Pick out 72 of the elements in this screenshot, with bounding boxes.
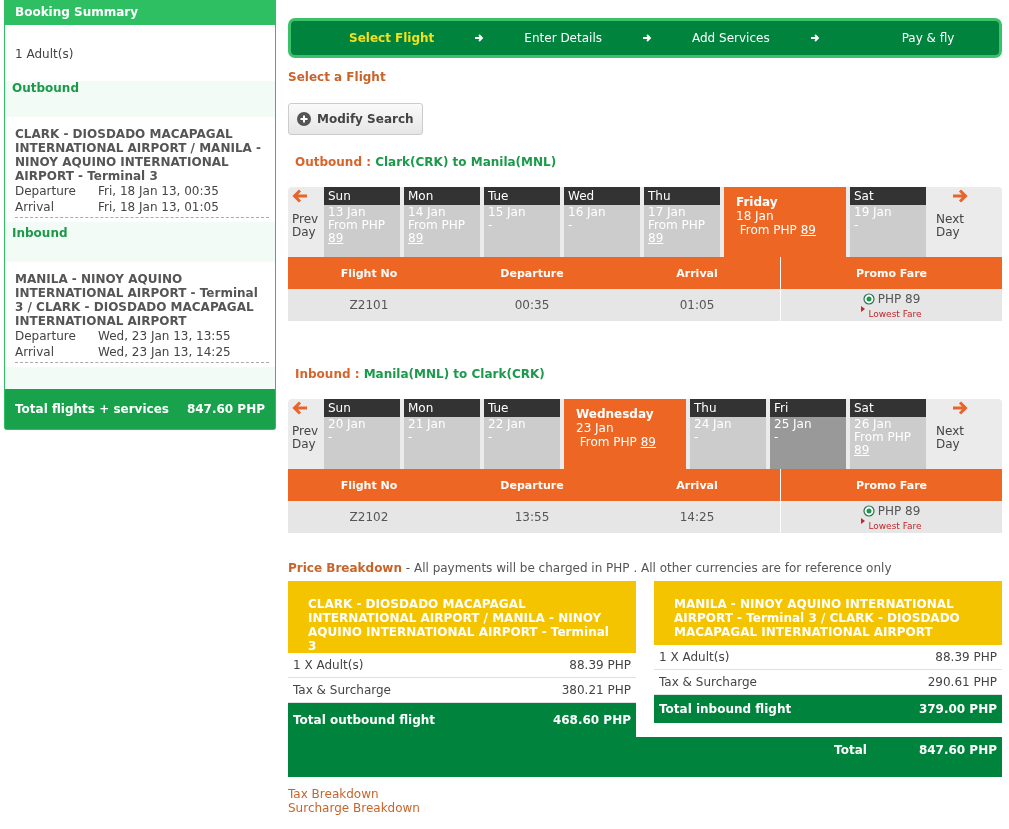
step-tab[interactable]: Pay & fly: [901, 31, 955, 45]
step-tab[interactable]: Select Flight: [349, 31, 435, 45]
fare-item-label: 1 X Adult(s): [293, 658, 364, 672]
column-header: Flight No: [339, 266, 399, 280]
panel-title: Booking Summary: [5, 0, 275, 25]
table-cell-text: 00:35: [513, 298, 551, 312]
arrival-time: Fri, 18 Jan 13, 01:05: [98, 199, 219, 215]
step-tab[interactable]: Add Services: [692, 31, 770, 45]
grand-total-label: Total: [834, 743, 867, 757]
prev-day-link[interactable]: Prev Day: [292, 213, 324, 239]
plus-icon: [297, 112, 311, 126]
departure-label: Departure: [15, 183, 77, 199]
grand-total-amount: 847.60 PHP: [918, 743, 997, 757]
breakdown-link[interactable]: Surcharge Breakdown: [288, 801, 420, 815]
date-tab[interactable]: Fri 25 Jan -: [770, 399, 846, 469]
route-text: CLARK - DIOSDADO MACAPAGAL INTERNATIONAL AIRPORT / MANILA - NINOY AQUINO INTERNATIONAL AIRPORT - Terminal 3: [15, 127, 262, 183]
column-header: Departure: [499, 478, 565, 492]
next-day-link[interactable]: Next Day: [936, 425, 968, 451]
table-cell-text: 14:25: [678, 510, 716, 524]
fare-item-label: Tax & Surcharge: [293, 683, 391, 697]
lowest-fare-note: Lowest Fare: [781, 517, 1002, 531]
fare-item-amount: 380.21 PHP: [561, 683, 631, 697]
table-cell-text: Z2102: [348, 510, 390, 524]
arrival-time: Wed, 23 Jan 13, 14:25: [98, 344, 231, 360]
table-cell-text: 01:05: [678, 298, 716, 312]
journey-heading: Inbound : Manila(MNL) to Clark(CRK): [294, 367, 546, 381]
left-arrow-icon[interactable]: [292, 401, 308, 415]
modify-search-button[interactable]: Modify Search: [288, 103, 423, 135]
section-title: Select a Flight: [288, 70, 387, 84]
radio-button[interactable]: [862, 292, 875, 305]
fare-item-amount: 290.61 PHP: [927, 675, 997, 689]
total-label: Total flights + services: [15, 402, 169, 416]
leg-total-amount: 379.00 PHP: [918, 702, 997, 716]
arrow-icon: [474, 33, 485, 43]
table-cell-text: Z2101: [348, 298, 390, 312]
fare-item-amount: 88.39 PHP: [935, 650, 997, 664]
fare-item-label: Tax & Surcharge: [659, 675, 757, 689]
fare-item-label: 1 X Adult(s): [659, 650, 730, 664]
radio-button[interactable]: [862, 504, 875, 517]
leg-total-amount: 468.60 PHP: [552, 713, 631, 727]
route-text: MANILA - NINOY AQUINO INTERNATIONAL AIRPORT - Terminal 3 / CLARK - DIOSDADO MACAPAGAL INTERNATIONAL AIRPORT: [15, 272, 259, 328]
departure-time: Fri, 18 Jan 13, 00:35: [98, 183, 219, 199]
right-arrow-icon[interactable]: [952, 401, 968, 415]
column-header: Departure: [499, 266, 565, 280]
fare-price: PHP 89: [877, 291, 921, 306]
route-header: MANILA - NINOY AQUINO INTERNATIONAL AIRPORT - Terminal 3 / CLARK - DIOSDADO MACAPAGAL INTERNATIONAL AIRPORT: [654, 581, 1002, 645]
arrival-label: Arrival: [15, 344, 55, 360]
breakdown-link[interactable]: Tax Breakdown: [288, 787, 379, 801]
next-day-link[interactable]: Next Day: [936, 213, 968, 239]
prev-day-link[interactable]: Prev Day: [292, 425, 324, 451]
arrow-icon: [642, 33, 652, 43]
fare-item-amount: 88.39 PHP: [569, 658, 631, 672]
column-header: Arrival: [675, 478, 719, 492]
lowest-fare-note: Lowest Fare: [781, 305, 1002, 319]
column-header: Arrival: [675, 266, 719, 280]
arrival-label: Arrival: [15, 199, 55, 215]
price-breakdown-text: Price Breakdown - All payments will be charged in PHP . All other currencies are for reference only: [288, 561, 893, 575]
left-arrow-icon[interactable]: [292, 189, 308, 203]
passenger-count: 1 Adult(s): [5, 25, 275, 81]
departure-time: Wed, 23 Jan 13, 13:55: [98, 328, 231, 344]
arrow-icon: [809, 33, 820, 43]
route-header: CLARK - DIOSDADO MACAPAGAL INTERNATIONAL AIRPORT / MANILA - NINOY AQUINO INTERNATIONAL AIRPORT - Terminal 3: [288, 581, 636, 653]
leg-total-label: Total outbound flight: [293, 713, 436, 727]
leg-total-label: Total inbound flight: [659, 702, 792, 716]
right-arrow-icon[interactable]: [952, 189, 968, 203]
departure-label: Departure: [15, 328, 77, 344]
table-cell-text: 13:55: [513, 510, 551, 524]
column-header: Flight No: [339, 478, 399, 492]
journey-heading: Outbound : Clark(CRK) to Manila(MNL): [294, 155, 558, 169]
step-tab[interactable]: Enter Details: [524, 31, 602, 45]
fare-price: PHP 89: [877, 503, 921, 518]
total-amount: 847.60 PHP: [186, 402, 265, 416]
